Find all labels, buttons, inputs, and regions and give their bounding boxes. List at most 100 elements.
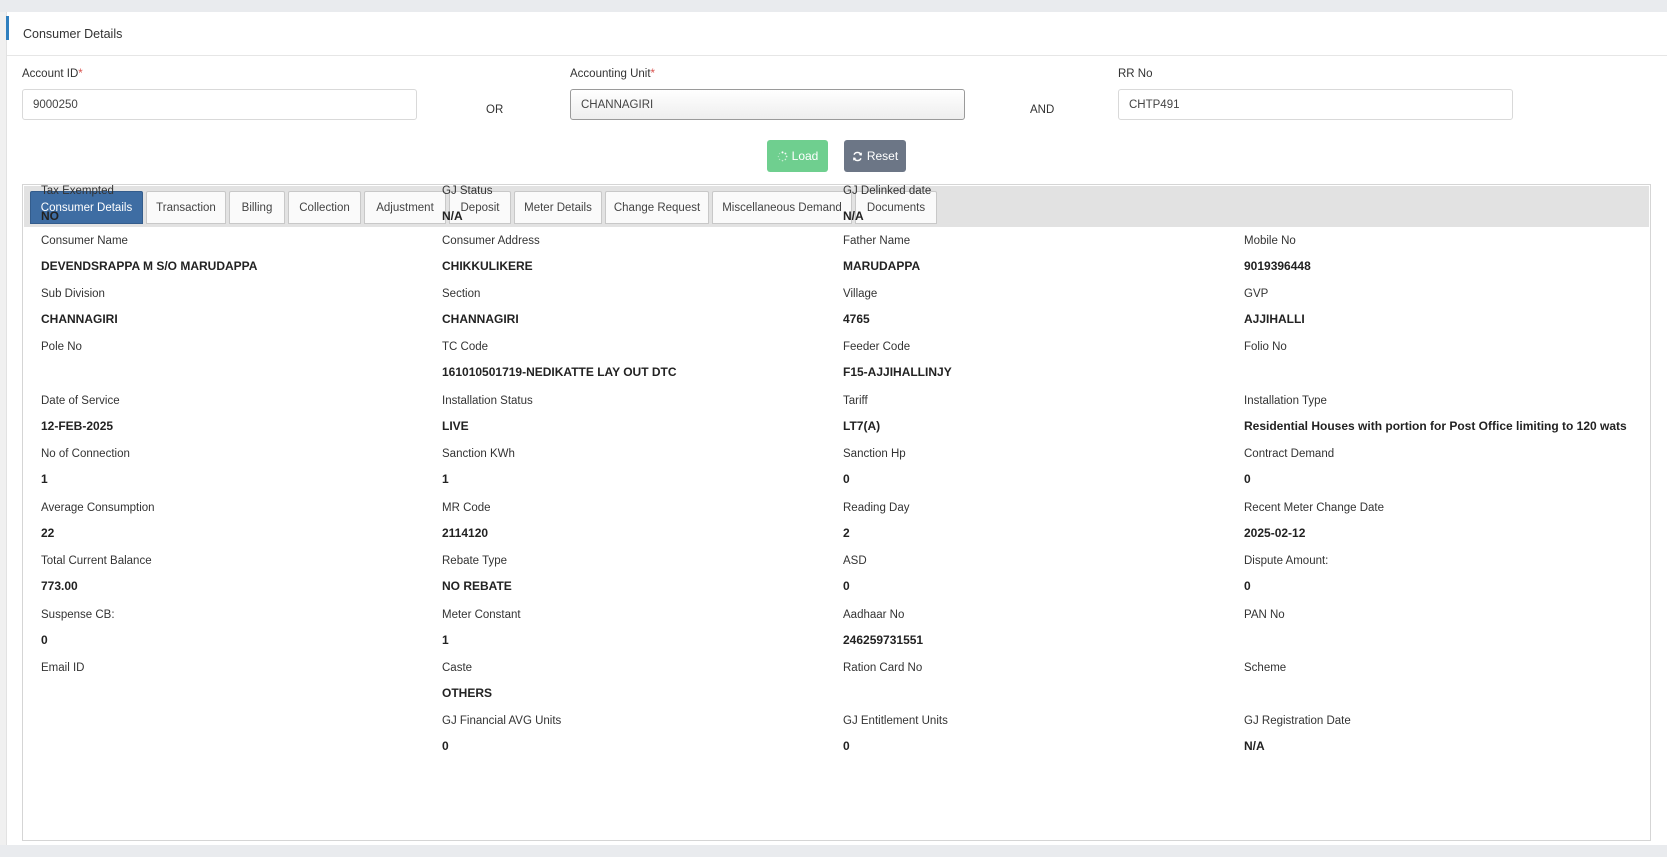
- detail-label: Ration Card No: [843, 662, 923, 674]
- detail-field: Sanction Hp 0: [843, 448, 906, 487]
- detail-value: 0: [843, 579, 850, 593]
- detail-value: MARUDAPPA: [843, 259, 921, 273]
- detail-field: Installation Type Residential Houses with…: [1244, 395, 1627, 434]
- detail-value: 1: [41, 472, 48, 486]
- consumer-details-panel: Consumer Details Account ID* OR Accounti…: [6, 12, 1667, 845]
- accounting-unit-label: Accounting Unit*: [570, 68, 656, 80]
- detail-label: Village: [843, 288, 878, 300]
- tab-transaction[interactable]: Transaction: [146, 191, 226, 224]
- detail-field: Feeder Code F15-AJJIHALLINJY: [843, 341, 952, 380]
- detail-label: Consumer Address: [442, 235, 540, 247]
- detail-label: Dispute Amount:: [1244, 555, 1329, 567]
- detail-label: Consumer Name: [41, 235, 128, 247]
- detail-field: Sanction KWh 1: [442, 448, 515, 487]
- detail-field: Tax Exempted NO: [41, 185, 114, 224]
- detail-label: GJ Registration Date: [1244, 715, 1351, 727]
- detail-value: 4765: [843, 312, 870, 326]
- detail-field: Total Current Balance 773.00: [41, 555, 152, 594]
- detail-field: Sub Division CHANNAGIRI: [41, 288, 118, 327]
- tab-adjustment[interactable]: Adjustment: [364, 191, 446, 224]
- detail-label: Mobile No: [1244, 235, 1296, 247]
- detail-value: 2025-02-12: [1244, 526, 1306, 540]
- detail-field: Recent Meter Change Date 2025-02-12: [1244, 502, 1384, 541]
- rr-no-input[interactable]: [1118, 89, 1513, 120]
- top-strip: [0, 0, 1667, 12]
- tab-meter-details[interactable]: Meter Details: [514, 191, 602, 224]
- detail-field: Suspense CB: 0: [41, 609, 115, 648]
- detail-field: Dispute Amount: 0: [1244, 555, 1328, 594]
- detail-field: Section CHANNAGIRI: [442, 288, 519, 327]
- detail-field: Rebate Type NO REBATE: [442, 555, 512, 594]
- or-label: OR: [486, 104, 504, 116]
- detail-field: GJ Delinked date N/A: [843, 185, 931, 224]
- detail-field: Average Consumption 22: [41, 502, 155, 541]
- detail-value: N/A: [442, 209, 463, 223]
- tab-miscellaneous-demand[interactable]: Miscellaneous Demand: [712, 191, 852, 224]
- required-marker: *: [78, 68, 83, 80]
- detail-field: Village 4765: [843, 288, 877, 327]
- panel-header: Consumer Details: [6, 12, 1667, 56]
- detail-value: NO REBATE: [442, 579, 512, 593]
- detail-value: [1244, 686, 1286, 701]
- detail-value: [1244, 633, 1285, 648]
- detail-label: Date of Service: [41, 395, 120, 407]
- detail-value: [41, 365, 82, 380]
- detail-label: Suspense CB:: [41, 609, 115, 621]
- detail-field: Aadhaar No 246259731551: [843, 609, 923, 648]
- detail-value: 161010501719-NEDIKATTE LAY OUT DTC: [442, 365, 677, 379]
- detail-label: PAN No: [1244, 609, 1285, 621]
- detail-label: Sanction Hp: [843, 448, 906, 460]
- detail-value: [41, 686, 84, 701]
- detail-field: Email ID: [41, 662, 84, 701]
- reset-button[interactable]: Reset: [844, 140, 906, 172]
- reset-button-label: Reset: [866, 149, 899, 163]
- detail-label: Feeder Code: [843, 341, 911, 353]
- detail-field: GJ Registration Date N/A: [1244, 715, 1351, 754]
- detail-label: GVP: [1244, 288, 1269, 300]
- detail-label: Contract Demand: [1244, 448, 1335, 460]
- details-tab-container: Consumer Details Transaction Billing Col…: [22, 184, 1651, 841]
- detail-label: Scheme: [1244, 662, 1287, 674]
- tab-bar: Consumer Details Transaction Billing Col…: [24, 186, 1649, 227]
- detail-value: 773.00: [41, 579, 78, 593]
- detail-value: CHANNAGIRI: [442, 312, 519, 326]
- detail-label: Tax Exempted: [41, 185, 114, 197]
- detail-field: Father Name MARUDAPPA: [843, 235, 920, 274]
- detail-value: 2114120: [442, 526, 489, 540]
- detail-value: 0: [1244, 472, 1251, 486]
- and-label: AND: [1030, 104, 1055, 116]
- detail-field: Contract Demand 0: [1244, 448, 1334, 487]
- bottom-strip: [0, 845, 1667, 857]
- account-id-input[interactable]: [22, 89, 417, 120]
- detail-field: GJ Status N/A: [442, 185, 493, 224]
- detail-label: Recent Meter Change Date: [1244, 502, 1384, 514]
- detail-label: MR Code: [442, 502, 491, 514]
- tab-collection[interactable]: Collection: [288, 191, 361, 224]
- detail-value: 0: [442, 739, 449, 753]
- detail-field: Folio No: [1244, 341, 1287, 380]
- detail-label: GJ Entitlement Units: [843, 715, 948, 727]
- detail-field: Reading Day 2: [843, 502, 909, 541]
- detail-value: [843, 686, 922, 701]
- detail-value: 12-FEB-2025: [41, 419, 114, 433]
- detail-value: [1244, 365, 1287, 380]
- detail-value: 0: [843, 472, 850, 486]
- detail-label: Installation Status: [442, 395, 533, 407]
- detail-field: GJ Financial AVG Units 0: [442, 715, 561, 754]
- detail-field: PAN No: [1244, 609, 1285, 648]
- rr-no-label: RR No: [1118, 68, 1153, 80]
- accounting-unit-select[interactable]: [570, 89, 965, 120]
- detail-value: Residential Houses with portion for Post…: [1244, 419, 1627, 433]
- refresh-icon: [852, 151, 862, 161]
- tab-change-request[interactable]: Change Request: [605, 191, 709, 224]
- tab-billing[interactable]: Billing: [229, 191, 285, 224]
- detail-label: Rebate Type: [442, 555, 508, 567]
- detail-value: NO: [41, 209, 59, 223]
- detail-label: ASD: [843, 555, 867, 567]
- detail-label: TC Code: [442, 341, 489, 353]
- load-button[interactable]: Load: [767, 140, 828, 172]
- spinner-icon: [777, 150, 788, 161]
- detail-field: Tariff LT7(A): [843, 395, 880, 434]
- detail-value: 0: [1244, 579, 1251, 593]
- detail-value: LIVE: [442, 419, 469, 433]
